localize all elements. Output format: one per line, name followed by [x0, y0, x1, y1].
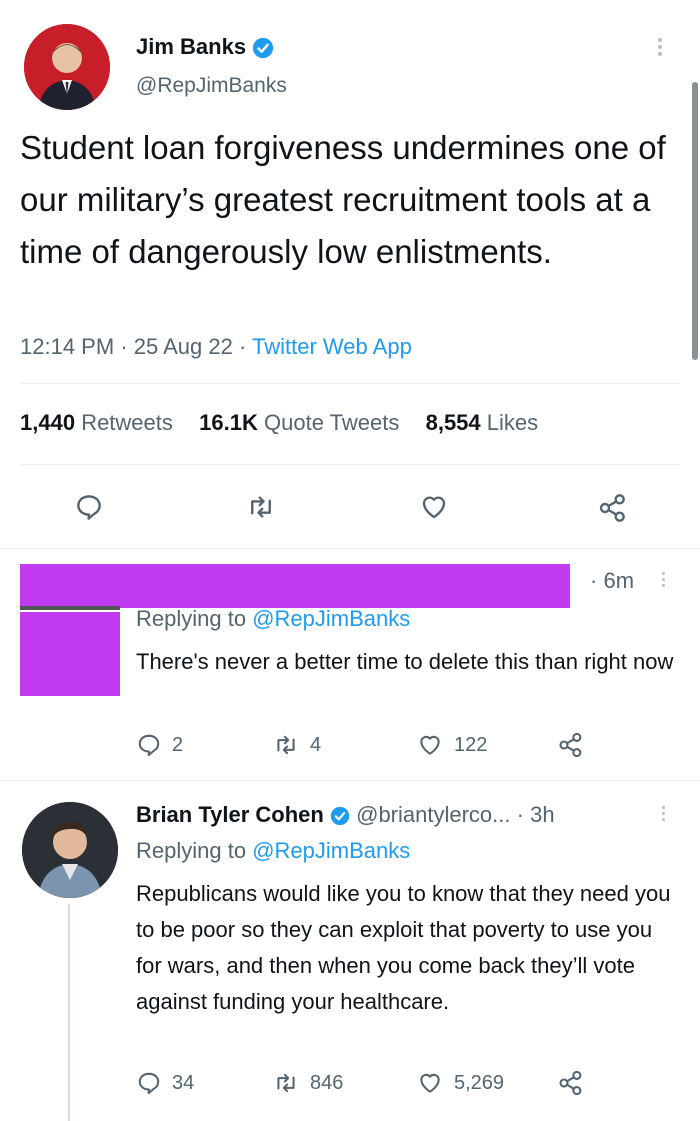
retweet-count: 846	[310, 1071, 344, 1094]
retweets-stat[interactable]: 1,440 Retweets	[20, 410, 179, 435]
more-options-icon[interactable]	[656, 38, 664, 58]
like-icon	[420, 735, 440, 755]
reply-author-handle[interactable]: @briantylerco...	[356, 802, 510, 827]
replying-to: Replying to @RepJimBanks	[136, 606, 410, 632]
reply-author-avatar[interactable]	[22, 802, 118, 898]
reply-icon	[138, 734, 160, 757]
replying-handle[interactable]: @RepJimBanks	[252, 838, 410, 863]
reply-time-value: 6m	[603, 568, 635, 593]
tweet-date[interactable]: 25 Aug 22	[134, 334, 233, 359]
reply-count: 2	[172, 733, 184, 756]
reply-author-name[interactable]: Brian Tyler Cohen	[136, 802, 324, 827]
quotes-stat[interactable]: 16.1K Quote Tweets	[199, 410, 405, 435]
retweet-count: 4	[310, 733, 322, 756]
share-icon[interactable]	[596, 492, 630, 524]
verified-badge-icon	[330, 807, 350, 826]
reply-action-retweet[interactable]: 846	[272, 1070, 343, 1096]
replying-to: Replying to @RepJimBanks	[136, 838, 410, 864]
retweets-count: 1,440	[20, 410, 76, 435]
reply-icon	[138, 1072, 160, 1095]
verified-badge-icon	[253, 38, 274, 59]
reply-icon[interactable]	[74, 492, 104, 522]
reply-time[interactable]: 3h	[530, 802, 554, 827]
tweet-source[interactable]: Twitter Web App	[252, 334, 412, 359]
share-icon[interactable]	[556, 1069, 586, 1097]
reply-more-options-icon[interactable]	[660, 806, 666, 824]
reply-time[interactable]: · 6m	[590, 568, 634, 594]
tweet-stats: 1,440 Retweets 16.1K Quote Tweets 8,554 …	[20, 410, 538, 436]
like-icon[interactable]	[418, 492, 450, 522]
reply-text: There's never a better time to delete th…	[136, 649, 674, 674]
reply-action-reply[interactable]: 2	[136, 732, 183, 758]
share-icon[interactable]	[556, 731, 586, 759]
likes-label: Likes	[486, 410, 539, 435]
retweet-icon[interactable]	[245, 492, 277, 522]
author-avatar-image	[24, 24, 110, 110]
redaction-bar	[20, 564, 570, 608]
replying-handle[interactable]: @RepJimBanks	[252, 606, 410, 631]
scrollbar[interactable]	[692, 82, 698, 360]
reply-action-retweet[interactable]: 4	[272, 732, 321, 758]
retweet-icon	[277, 1073, 295, 1093]
reply-action-reply[interactable]: 34	[136, 1070, 194, 1096]
reply-count: 34	[172, 1071, 195, 1094]
redaction-edge	[20, 606, 120, 610]
replying-prefix: Replying to	[136, 838, 247, 863]
likes-count: 8,554	[425, 410, 481, 435]
like-count: 5,269	[454, 1071, 505, 1094]
reply-author-avatar-image	[22, 802, 118, 898]
thread-line	[68, 904, 70, 1121]
like-count: 122	[454, 733, 488, 756]
author-avatar[interactable]	[24, 24, 110, 110]
tweet-time: 12:14 PM	[20, 334, 115, 359]
reply-text: Republicans would like you to know that …	[136, 881, 671, 1014]
retweet-icon	[277, 735, 295, 755]
replying-prefix: Replying to	[136, 606, 247, 631]
likes-stat[interactable]: 8,554 Likes	[426, 410, 539, 435]
tweet-text: Student loan forgiveness undermines one …	[20, 129, 666, 270]
redaction-avatar	[20, 612, 120, 696]
quotes-count: 16.1K	[199, 410, 258, 435]
author-name[interactable]: Jim Banks	[136, 34, 246, 59]
reply-more-options-icon[interactable]	[660, 572, 666, 590]
reply-author-line: Brian Tyler Cohen @briantylerco... · 3h	[136, 802, 555, 827]
like-icon	[420, 1073, 440, 1093]
author-handle[interactable]: @RepJimBanks	[136, 74, 287, 98]
reply-action-like[interactable]: 122	[416, 732, 487, 758]
reply-action-like[interactable]: 5,269	[416, 1070, 504, 1096]
retweets-label: Retweets	[81, 410, 173, 435]
quotes-label: Quote Tweets	[264, 410, 400, 435]
tweet-meta: 12:14 PM · 25 Aug 22 · Twitter Web App	[20, 334, 412, 359]
